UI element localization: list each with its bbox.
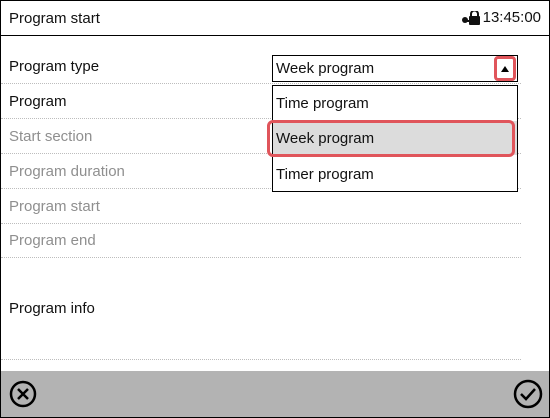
label-program-duration: Program duration [9,163,125,180]
clock: 13:45:00 [461,9,541,26]
label-program-info: Program info [9,300,95,317]
selected-option-highlight [267,120,515,157]
label-program-end: Program end [9,232,96,249]
label-start-section: Start section [9,128,93,145]
footer-bar [1,371,549,417]
dropdown-toggle-button[interactable] [494,56,516,81]
program-start-screen: Program start 13:45:00 Program type Prog… [0,0,550,418]
page-title: Program start [9,10,100,27]
program-type-select[interactable]: Week program [272,55,518,82]
time-readout: 13:45:00 [482,9,541,26]
cancel-button[interactable] [8,379,38,409]
program-type-value: Week program [276,60,375,77]
row-program-end: Program end [1,224,521,258]
option-timer-program[interactable]: Timer program [273,157,517,191]
row-program-info: Program info [1,258,521,360]
header-bar: Program start 13:45:00 [1,1,549,36]
cancel-circle-icon [9,380,37,408]
confirm-button[interactable] [513,379,543,409]
label-program-start: Program start [9,198,100,215]
label-program-type: Program type [9,58,100,75]
triangle-up-icon [501,65,509,72]
lock-icon [461,9,481,25]
label-program: Program [9,93,67,110]
option-time-program[interactable]: Time program [273,86,517,120]
check-circle-icon [513,379,543,409]
row-program-start: Program start [1,190,521,224]
